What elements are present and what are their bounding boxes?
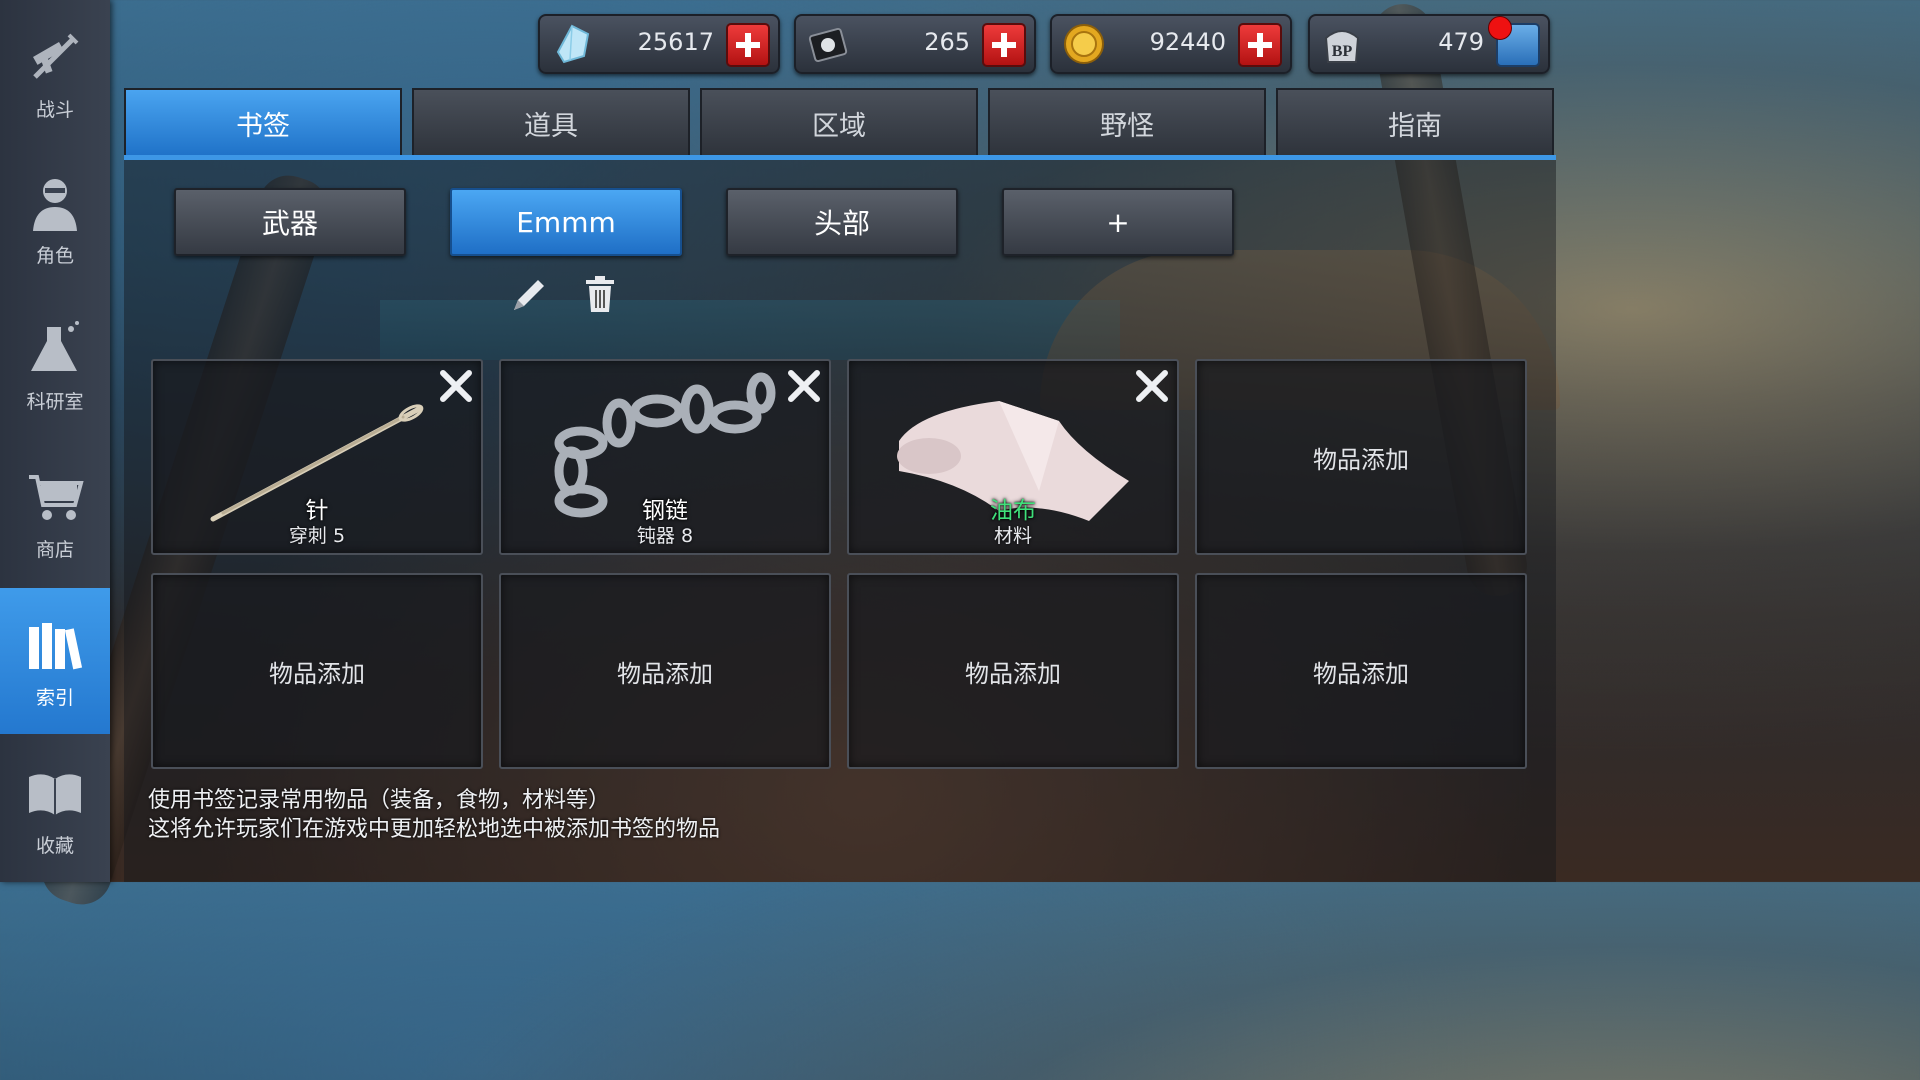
character-portrait-icon [23,171,87,235]
sidebar: 战斗 角色 科研室 商店 索引 收藏 [0,0,110,882]
add-crystal-button[interactable] [726,23,770,67]
item-stat: 材料 [993,525,1032,547]
tab-items[interactable]: 道具 [412,88,690,156]
add-item-label: 物品添加 [1313,445,1409,474]
shopping-cart-icon [23,465,87,529]
add-disk-button[interactable] [982,23,1026,67]
item-slot-empty[interactable]: 物品添加 [1195,573,1527,769]
tab-areas[interactable]: 区域 [700,88,978,156]
tab-guide[interactable]: 指南 [1276,88,1554,156]
sidebar-item-label: 收藏 [35,834,74,857]
books-icon [23,613,87,677]
item-stat: 钝器 8 [636,525,694,547]
item-slot-empty[interactable]: 物品添加 [151,573,483,769]
bookmark-weapons-button[interactable]: 武器 [174,188,406,256]
gold-resource: 92440 [1050,14,1292,74]
item-name: 针 [305,498,329,524]
sidebar-item-label: 战斗 [35,98,74,121]
sidebar-item-lab[interactable]: 科研室 [0,292,110,438]
help-line: 这将允许玩家们在游戏中更加轻松地选中被添加书签的物品 [148,817,721,842]
item-slot[interactable]: 钢链 钝器 8 [499,359,831,555]
item-slot-empty[interactable]: 物品添加 [847,573,1179,769]
add-item-label: 物品添加 [965,659,1061,688]
item-slot-empty[interactable]: 物品添加 [499,573,831,769]
tab-bookmarks[interactable]: 书签 [124,88,402,156]
sidebar-item-battle[interactable]: 战斗 [0,0,110,146]
add-item-label: 物品添加 [1313,659,1409,688]
bp-paw-icon: BP [1320,22,1364,66]
help-line: 使用书签记录常用物品（装备，食物，材料等） [148,788,611,813]
add-bookmark-button[interactable]: + [1002,188,1234,256]
crystal-resource: 25617 [538,14,780,74]
item-name: 钢链 [642,498,688,524]
bookmark-emmm-button[interactable]: Emmm [450,188,682,256]
svg-text:BP: BP [1332,43,1353,60]
disk-icon [806,22,850,66]
crystal-count: 25617 [637,28,714,56]
add-item-label: 物品添加 [269,659,365,688]
crossed-gun-sword-icon [23,25,87,89]
notification-dot [1488,16,1512,40]
add-gold-button[interactable] [1238,23,1282,67]
tab-monsters[interactable]: 野怪 [988,88,1266,156]
bookmark-head-button[interactable]: 头部 [726,188,958,256]
sidebar-item-label: 商店 [35,538,74,561]
remove-item-icon[interactable] [437,367,475,405]
item-name: 油布 [990,498,1036,524]
open-book-icon [23,761,87,825]
add-item-label: 物品添加 [617,659,713,688]
sidebar-item-label: 索引 [35,686,74,709]
sidebar-item-label: 科研室 [26,390,84,413]
sidebar-item-index[interactable]: 索引 [0,588,110,734]
disk-count: 265 [924,28,970,56]
bp-resource: BP 479 [1308,14,1550,74]
main-tabs: 书签 道具 区域 野怪 指南 [124,88,1554,158]
item-slot[interactable]: 针 穿刺 5 [151,359,483,555]
flask-icon [23,317,87,381]
sidebar-item-favorites[interactable]: 收藏 [0,736,110,882]
item-slot-empty[interactable]: 物品添加 [1195,359,1527,555]
sidebar-item-label: 角色 [35,244,74,267]
sidebar-item-character[interactable]: 角色 [0,146,110,292]
remove-item-icon[interactable] [1133,367,1171,405]
pencil-icon[interactable] [508,272,548,316]
help-text: 使用书签记录常用物品（装备，食物，材料等） 这将允许玩家们在游戏中更加轻松地选中… [148,786,720,844]
item-stat: 穿刺 5 [288,525,346,547]
trash-icon[interactable] [580,272,620,316]
item-slot[interactable]: 油布 材料 [847,359,1179,555]
gold-coin-icon [1062,22,1106,66]
sidebar-item-shop[interactable]: 商店 [0,440,110,586]
crystal-icon [550,22,594,66]
remove-item-icon[interactable] [785,367,823,405]
bp-count: 479 [1438,28,1484,56]
disk-resource: 265 [794,14,1036,74]
gold-count: 92440 [1149,28,1226,56]
